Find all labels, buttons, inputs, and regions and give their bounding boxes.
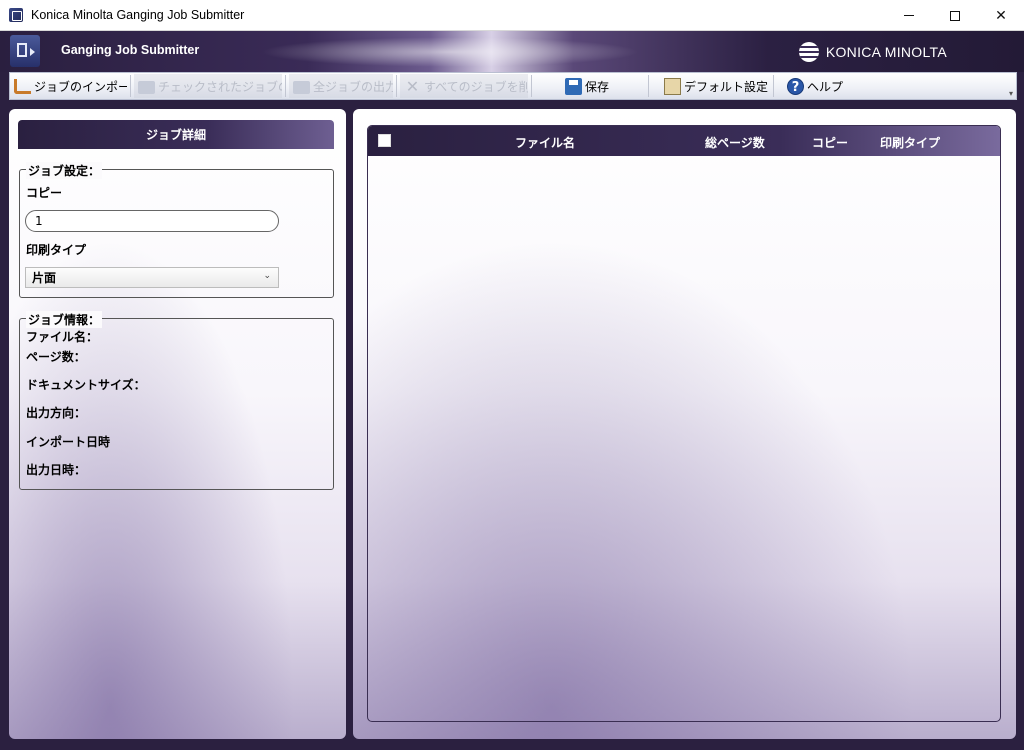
close-button[interactable]: ✕ xyxy=(978,0,1024,31)
maximize-button[interactable] xyxy=(932,0,978,31)
job-info-legend: ジョブ情報： xyxy=(26,311,103,328)
default-settings-label: デフォルト設定 xyxy=(684,79,769,94)
output-direction-label: 出力方向： xyxy=(26,406,87,420)
delete-all-jobs-button[interactable]: ✕ すべてのジョブを削除 xyxy=(400,74,528,98)
column-header-file-name[interactable]: ファイル名 xyxy=(515,134,575,151)
job-settings-legend: ジョブ設定： xyxy=(26,162,103,179)
konica-minolta-globe-icon xyxy=(798,42,819,62)
job-table-header: ファイル名 総ページ数 コピー 印刷タイプ xyxy=(368,126,1000,156)
page-count-label: ページ数： xyxy=(26,350,86,364)
help-label: ヘルプ xyxy=(807,79,844,94)
column-header-print-type[interactable]: 印刷タイプ xyxy=(880,134,940,151)
default-settings-icon xyxy=(664,77,681,95)
output-all-jobs-label: 全ジョブの出力 xyxy=(313,79,393,94)
delete-icon: ✕ xyxy=(405,76,420,96)
toolbar: ジョブのインポート チェックされたジョブの出力 全ジョブの出力 ✕ すべてのジョ… xyxy=(9,72,1017,100)
folder-icon xyxy=(138,80,155,94)
help-icon: ? xyxy=(787,77,804,95)
job-details-panel: ジョブ詳細 ジョブ設定： コピー 1 印刷タイプ 片面 ⌄ ジョブ情報： ファイ… xyxy=(9,109,346,739)
column-header-copies[interactable]: コピー xyxy=(812,134,848,151)
minimize-button[interactable] xyxy=(886,0,932,31)
folder-icon xyxy=(293,80,310,94)
job-table: ファイル名 総ページ数 コピー 印刷タイプ xyxy=(367,125,1001,722)
app-name: Ganging Job Submitter xyxy=(61,43,200,57)
file-name-label: ファイル名： xyxy=(26,330,99,344)
default-settings-button[interactable]: デフォルト設定 xyxy=(660,74,770,98)
chevron-down-icon: ⌄ xyxy=(263,271,271,281)
toolbar-separator xyxy=(285,75,286,97)
window-controls: ✕ xyxy=(886,0,1024,31)
print-type-label: 印刷タイプ xyxy=(26,243,87,257)
import-jobs-label: ジョブのインポート xyxy=(34,79,127,94)
save-label: 保存 xyxy=(585,79,610,94)
app-icon xyxy=(9,8,23,22)
select-all-checkbox[interactable] xyxy=(378,134,391,147)
import-date-label: インポート日時 xyxy=(26,435,111,449)
output-all-jobs-button[interactable]: 全ジョブの出力 xyxy=(289,74,393,98)
delete-all-jobs-label: すべてのジョブを削除 xyxy=(424,79,528,94)
help-button[interactable]: ? ヘルプ xyxy=(783,74,853,98)
import-jobs-button[interactable]: ジョブのインポート xyxy=(10,74,127,98)
print-type-value: 片面 xyxy=(32,271,57,285)
output-date-label: 出力日時： xyxy=(26,463,87,477)
output-checked-jobs-button[interactable]: チェックされたジョブの出力 xyxy=(134,74,282,98)
job-settings-group: ジョブ設定： コピー 1 印刷タイプ 片面 ⌄ xyxy=(19,162,334,298)
minimize-icon xyxy=(904,15,914,16)
toolbar-separator xyxy=(396,75,397,97)
toolbar-separator xyxy=(648,75,649,97)
save-button[interactable]: 保存 xyxy=(561,74,645,98)
window-title-bar: Konica Minolta Ganging Job Submitter ✕ xyxy=(0,0,1024,31)
toolbar-separator xyxy=(773,75,774,97)
window-title: Konica Minolta Ganging Job Submitter xyxy=(31,8,245,22)
brand-logo: KONICA MINOLTA xyxy=(798,42,947,62)
column-header-total-pages[interactable]: 総ページ数 xyxy=(705,134,765,151)
maximize-icon xyxy=(950,10,960,21)
print-type-select[interactable]: 片面 ⌄ xyxy=(25,267,279,288)
output-checked-jobs-label: チェックされたジョブの出力 xyxy=(158,79,282,94)
close-icon: ✕ xyxy=(995,7,1007,24)
job-info-group: ジョブ情報： ファイル名： ページ数： ドキュメントサイズ： 出力方向： インポ… xyxy=(19,311,334,490)
ganging-logo-icon xyxy=(10,35,40,67)
copies-label: コピー xyxy=(26,186,63,200)
save-icon xyxy=(565,77,582,95)
job-details-header: ジョブ詳細 xyxy=(18,120,334,149)
toolbar-overflow-icon[interactable]: ▾ xyxy=(1009,89,1013,98)
job-list-panel: ファイル名 総ページ数 コピー 印刷タイプ xyxy=(353,109,1016,739)
app-banner: Ganging Job Submitter KONICA MINOLTA xyxy=(0,31,1024,72)
document-size-label: ドキュメントサイズ： xyxy=(26,378,146,392)
import-icon xyxy=(14,78,31,94)
brand-name: KONICA MINOLTA xyxy=(825,44,947,60)
toolbar-separator xyxy=(130,75,131,97)
job-table-body xyxy=(368,156,1000,721)
toolbar-separator xyxy=(531,75,532,97)
copies-input[interactable]: 1 xyxy=(25,210,279,232)
